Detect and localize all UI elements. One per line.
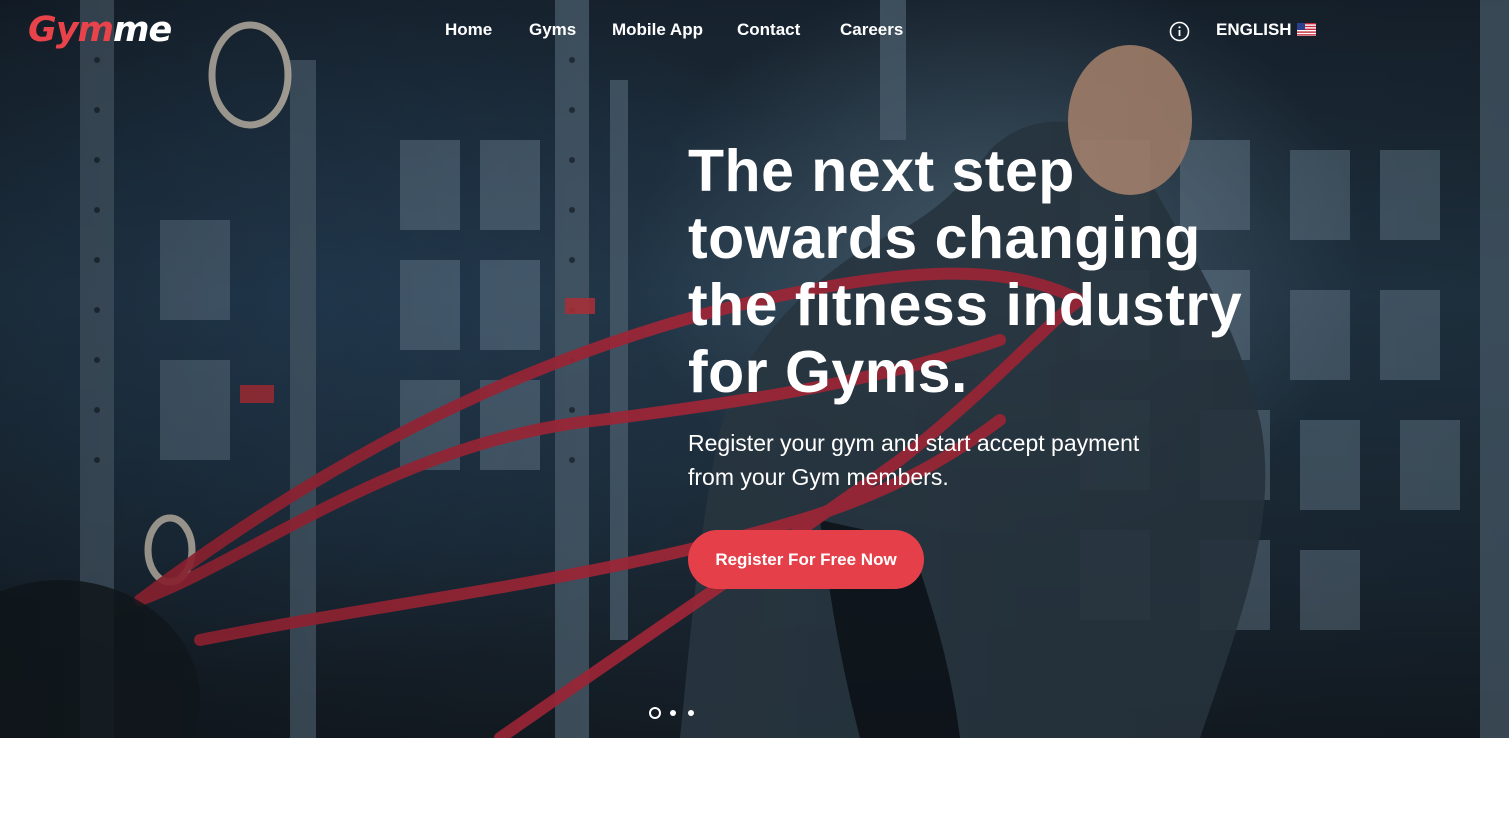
info-circle-icon[interactable] [1169, 21, 1190, 42]
logo-part-gym: Gym [28, 10, 114, 50]
language-label: ENGLISH [1216, 20, 1292, 39]
carousel-dot-2[interactable] [670, 710, 676, 716]
nav-item-contact[interactable]: Contact [737, 20, 800, 40]
gymme-logo[interactable]: Gymme [28, 10, 172, 50]
hero-headline: The next step towards changing the fitne… [688, 138, 1243, 405]
nav-item-gyms[interactable]: Gyms [529, 20, 576, 40]
nav-item-home[interactable]: Home [445, 20, 492, 40]
register-for-free-button[interactable]: Register For Free Now [688, 530, 924, 589]
hero-subtitle: Register your gym and start accept payme… [688, 430, 1140, 490]
hero-section: Gymme Home Gyms Mobile App Contact Caree… [0, 0, 1509, 738]
carousel-dot-3[interactable] [688, 710, 694, 716]
us-flag-icon [1296, 23, 1316, 36]
nav-item-mobile-app[interactable]: Mobile App [612, 20, 703, 40]
carousel-dot-1[interactable] [649, 707, 661, 719]
nav-item-careers[interactable]: Careers [840, 20, 903, 40]
logo-part-me: me [113, 10, 172, 50]
language-selector[interactable]: ENGLISH [1216, 20, 1316, 40]
